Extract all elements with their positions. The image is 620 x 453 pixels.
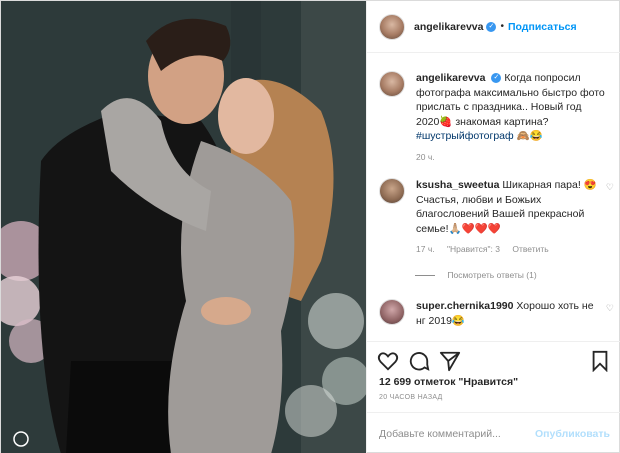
replies-line	[415, 275, 435, 277]
publish-button[interactable]: Опубликовать	[535, 428, 610, 440]
action-bar	[367, 341, 620, 381]
comment-input[interactable]: Добавьте комментарий...	[379, 428, 535, 440]
bookmark-icon[interactable]	[590, 350, 610, 372]
caption-text: angelikarevva ✓ Когда попросил фотографа…	[416, 71, 606, 164]
caption-meta: 20 ч.	[416, 150, 606, 165]
likes-count[interactable]: 12 699 отметок "Нравится"	[379, 376, 518, 388]
commenter-avatar[interactable]	[379, 299, 405, 325]
comment-icon[interactable]	[408, 350, 430, 372]
share-icon[interactable]	[439, 350, 461, 372]
heart-icon[interactable]	[377, 350, 399, 372]
caption-time[interactable]: 20 ч.	[416, 152, 435, 162]
commenter-avatar[interactable]	[379, 178, 405, 204]
photo-illustration	[1, 1, 366, 453]
add-comment-bar: Добавьте комментарий... Опубликовать	[367, 412, 620, 453]
comment-item: super.chernika1990 Хорошо хоть не нг 201…	[379, 299, 614, 328]
verified-icon: ✓	[491, 73, 502, 84]
comment-item: ksusha_sweetua Шикарная пара! 😍Счастья, …	[379, 178, 614, 257]
comment-username[interactable]: ksusha_sweetua	[416, 179, 499, 191]
comment-text: super.chernika1990 Хорошо хоть не нг 201…	[416, 299, 606, 328]
follow-button[interactable]: Подписаться	[508, 21, 577, 33]
author-avatar-small[interactable]	[379, 71, 405, 97]
post-panel: angelikarevva ✓ • Подписаться angelikare…	[366, 1, 620, 453]
post-photo[interactable]	[1, 1, 366, 453]
small-heart-icon[interactable]: ♡	[606, 182, 614, 193]
view-replies[interactable]: Посмотреть ответы (1)	[415, 270, 537, 280]
hashtag-link[interactable]: #шустрыйфотограф	[416, 130, 514, 142]
separator-dot: •	[500, 21, 504, 32]
post-header: angelikarevva ✓ • Подписаться	[367, 1, 620, 53]
caption-item: angelikarevva ✓ Когда попросил фотографа…	[379, 71, 614, 164]
comment-meta: 17 ч. "Нравится": 3 Ответить	[416, 242, 606, 257]
small-heart-icon[interactable]: ♡	[606, 303, 614, 314]
post-window: angelikarevva ✓ • Подписаться angelikare…	[0, 0, 620, 453]
comment-time[interactable]: 17 ч.	[416, 244, 435, 254]
caption-username[interactable]: angelikarevva	[416, 72, 485, 84]
comment-text: ksusha_sweetua Шикарная пара! 😍Счастья, …	[416, 178, 606, 257]
author-avatar[interactable]	[379, 13, 405, 40]
comment-likes[interactable]: "Нравится": 3	[447, 244, 500, 254]
comments-list: angelikarevva ✓ Когда попросил фотографа…	[367, 61, 620, 341]
author-username[interactable]: angelikarevva	[414, 21, 483, 33]
verified-icon: ✓	[486, 21, 497, 32]
posted-ago: 20 ЧАСОВ НАЗАД	[379, 394, 443, 401]
view-replies-label[interactable]: Посмотреть ответы (1)	[447, 270, 536, 280]
reply-button[interactable]: Ответить	[512, 244, 548, 254]
comment-username[interactable]: super.chernika1990	[416, 300, 513, 312]
caption-emoji: 🙈😂	[516, 130, 543, 142]
